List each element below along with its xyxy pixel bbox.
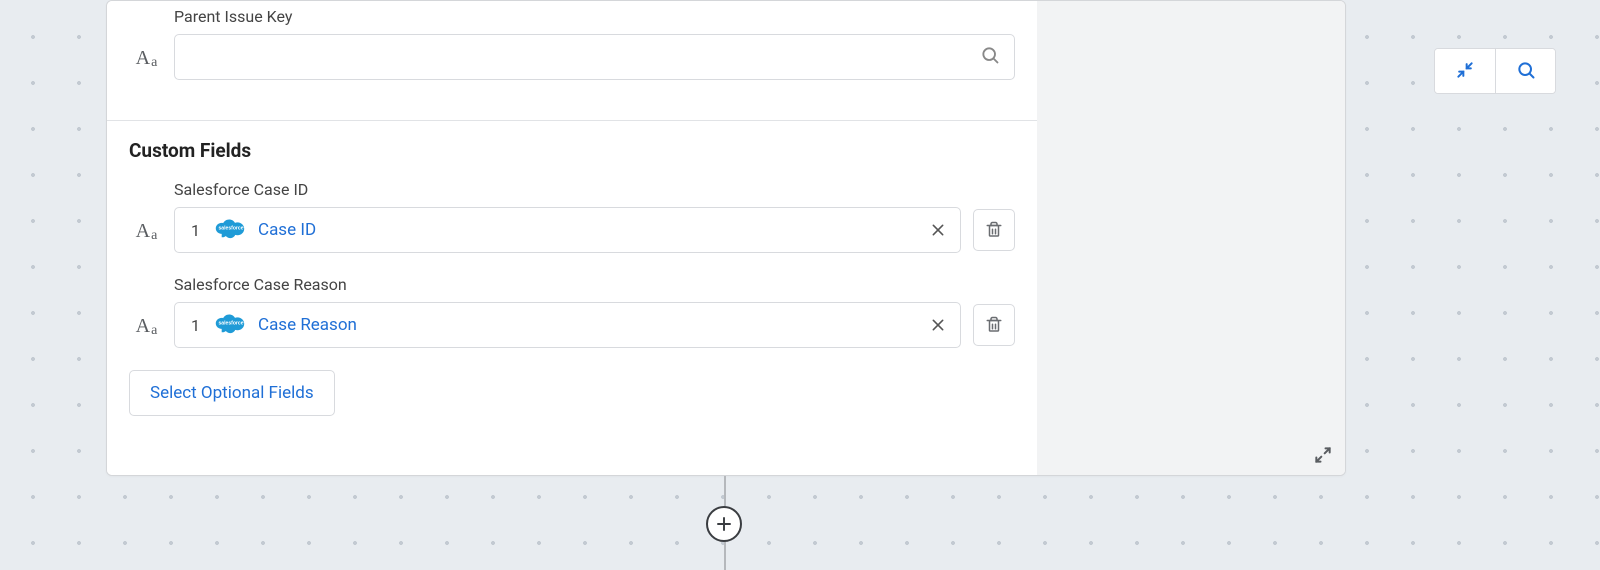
search-icon [980, 45, 1000, 69]
parent-issue-label: Parent Issue Key [174, 7, 1015, 26]
delete-field-button[interactable] [973, 209, 1015, 251]
expand-pane-icon[interactable] [1311, 443, 1335, 467]
custom-field-label: Salesforce Case ID [174, 180, 1015, 199]
svg-text:salesforce: salesforce [218, 226, 243, 232]
parent-issue-field: Aa Parent Issue Key [129, 7, 1015, 80]
action-config-card: Aa Parent Issue Key Custom Fields Aa Sal… [106, 0, 1346, 476]
custom-field-value-input[interactable]: 1 salesforce Case Reason [174, 302, 961, 348]
parent-issue-section: Aa Parent Issue Key [107, 1, 1037, 120]
collapse-button[interactable] [1435, 49, 1495, 93]
output-preview-pane [1037, 1, 1345, 475]
salesforce-cloud-icon: salesforce [214, 217, 248, 243]
mapped-value-text: Case Reason [258, 315, 916, 335]
custom-fields-heading: Custom Fields [129, 139, 1015, 162]
add-step-button[interactable] [706, 506, 742, 542]
custom-field-row: Aa Salesforce Case Reason 1 salesforce C… [129, 275, 1015, 348]
config-left-pane: Aa Parent Issue Key Custom Fields Aa Sal… [107, 1, 1037, 475]
custom-field-label: Salesforce Case Reason [174, 275, 1015, 294]
mapping-count: 1 [191, 316, 200, 335]
text-type-icon: Aa [130, 35, 162, 81]
svg-text:salesforce: salesforce [218, 321, 243, 327]
clear-value-button[interactable] [926, 218, 950, 242]
canvas-toolbar [1434, 48, 1556, 94]
mapping-count: 1 [191, 221, 200, 240]
mapped-value-text: Case ID [258, 220, 916, 240]
collapse-icon [1455, 60, 1475, 83]
custom-field-value-input[interactable]: 1 salesforce Case ID [174, 207, 961, 253]
text-type-icon: Aa [130, 208, 162, 254]
text-type-icon: Aa [130, 303, 162, 349]
clear-value-button[interactable] [926, 313, 950, 337]
select-optional-fields-button[interactable]: Select Optional Fields [129, 370, 335, 416]
custom-fields-section: Custom Fields Aa Salesforce Case ID 1 sa… [107, 121, 1037, 436]
parent-issue-search-input[interactable] [174, 34, 1015, 80]
delete-field-button[interactable] [973, 304, 1015, 346]
search-icon [1516, 60, 1536, 83]
canvas-search-button[interactable] [1495, 49, 1555, 93]
custom-field-row: Aa Salesforce Case ID 1 salesforce Case … [129, 180, 1015, 253]
salesforce-cloud-icon: salesforce [214, 312, 248, 338]
